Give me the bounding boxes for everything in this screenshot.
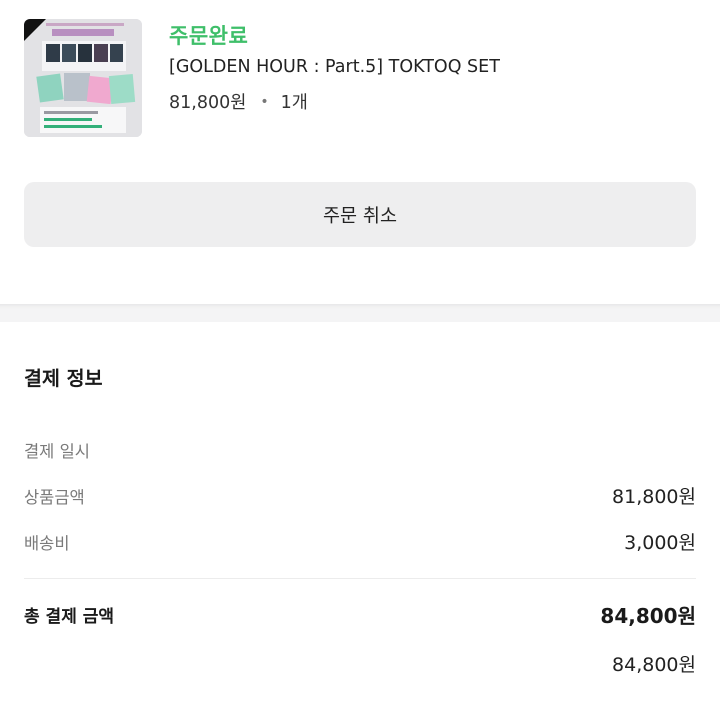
payment-date-label: 결제 일시	[24, 442, 90, 461]
payment-row-product-amount: 상품금액 81,800원	[24, 482, 696, 509]
cancel-order-button[interactable]: 주문 취소	[24, 182, 696, 247]
shipping-fee-value: 3,000원	[624, 532, 696, 554]
total-amount-value: 84,800원	[600, 604, 696, 628]
product-name[interactable]: [GOLDEN HOUR : Part.5] TOKTOQ SET	[169, 57, 500, 77]
payment-row-shipping: 배송비 3,000원	[24, 528, 696, 555]
order-detail-page: 주문완료 [GOLDEN HOUR : Part.5] TOKTOQ SET 8…	[0, 0, 720, 720]
product-amount-label: 상품금액	[24, 487, 85, 507]
order-item[interactable]: 주문완료 [GOLDEN HOUR : Part.5] TOKTOQ SET 8…	[0, 0, 720, 150]
order-status: 주문완료	[169, 24, 249, 48]
payment-info-title: 결제 정보	[24, 367, 103, 390]
price-quantity-row: 81,800원 • 1개	[169, 89, 308, 114]
payment-method-value: 84,800원	[612, 654, 696, 676]
section-divider	[0, 304, 720, 322]
payment-row-date: 결제 일시	[24, 438, 696, 462]
album-cover-image[interactable]	[24, 19, 142, 137]
payment-row-method: 84,800원	[24, 650, 696, 677]
product-amount-value: 81,800원	[612, 486, 696, 508]
total-amount-label: 총 결제 금액	[24, 607, 115, 627]
shipping-fee-label: 배송비	[24, 533, 70, 553]
album-cover-art	[24, 19, 142, 137]
product-quantity: 1개	[280, 93, 308, 113]
product-price: 81,800원	[169, 93, 247, 113]
payment-row-total: 총 결제 금액 84,800원	[24, 600, 696, 629]
payment-divider	[24, 578, 696, 579]
separator-dot: •	[260, 93, 269, 110]
